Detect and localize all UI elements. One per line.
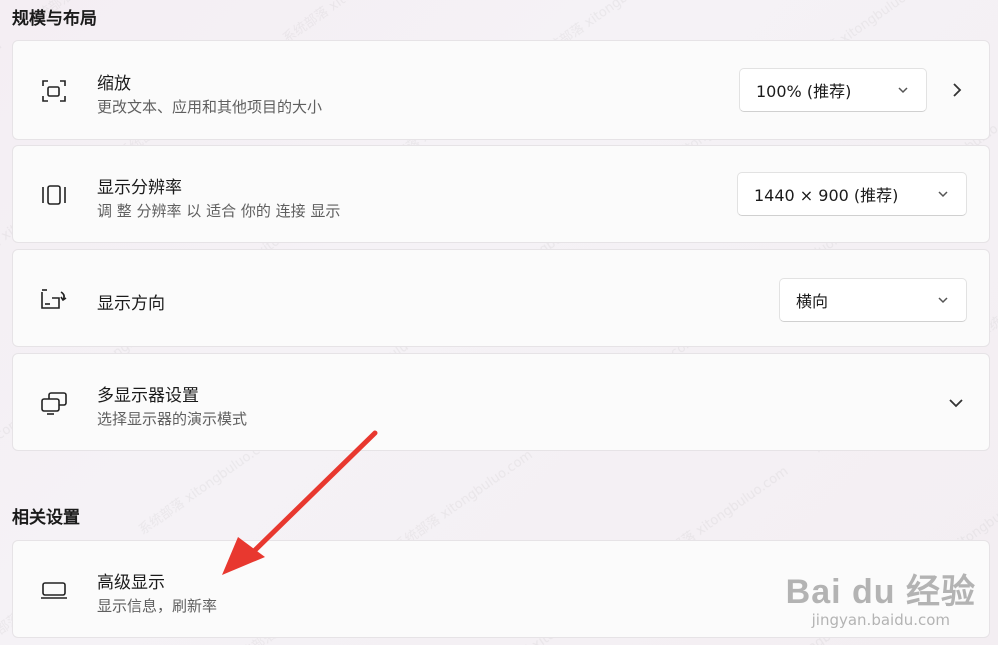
advanced-display-title: 高级显示: [97, 573, 165, 593]
resolution-dropdown-value: 1440 × 900 (推荐): [754, 186, 899, 205]
orientation-dropdown[interactable]: 横向: [779, 278, 967, 322]
section-title-related: 相关设置: [12, 508, 80, 528]
resolution-dropdown[interactable]: 1440 × 900 (推荐): [737, 172, 967, 216]
resize-icon: [39, 76, 69, 106]
orientation-card: 显示方向 横向: [12, 249, 990, 347]
advanced-display-subtitle: 显示信息，刷新率: [97, 597, 218, 615]
multi-monitor-icon: [39, 388, 69, 418]
advanced-display-card[interactable]: 高级显示 显示信息，刷新率: [12, 540, 990, 638]
resolution-card: 显示分辨率 调 整 分辨率 以 适合 你的 连接 显示 1440 × 900 (…: [12, 145, 990, 243]
scale-subtitle: 更改文本、应用和其他项目的大小: [97, 98, 323, 116]
chevron-down-icon: [936, 186, 950, 205]
chevron-down-icon[interactable]: [946, 393, 966, 417]
scale-dropdown[interactable]: 100% (推荐): [739, 68, 927, 112]
chevron-right-icon[interactable]: [947, 80, 967, 104]
laptop-icon: [39, 575, 69, 605]
multi-display-title: 多显示器设置: [97, 386, 199, 406]
orientation-dropdown-value: 横向: [796, 292, 829, 311]
rotate-display-icon: [39, 284, 69, 314]
orientation-title: 显示方向: [97, 294, 165, 314]
resolution-subtitle: 调 整 分辨率 以 适合 你的 连接 显示: [97, 202, 341, 220]
resolution-title: 显示分辨率: [97, 178, 182, 198]
chevron-down-icon: [896, 82, 910, 101]
scale-title: 缩放: [97, 74, 131, 94]
resolution-icon: [39, 180, 69, 210]
annotation-arrow: [222, 430, 378, 575]
scale-dropdown-value: 100% (推荐): [756, 82, 852, 101]
scale-card[interactable]: 缩放 更改文本、应用和其他项目的大小 100% (推荐): [12, 40, 990, 140]
section-title-scale-layout: 规模与布局: [12, 9, 97, 29]
chevron-down-icon: [936, 292, 950, 311]
multi-display-card[interactable]: 多显示器设置 选择显示器的演示模式: [12, 353, 990, 451]
